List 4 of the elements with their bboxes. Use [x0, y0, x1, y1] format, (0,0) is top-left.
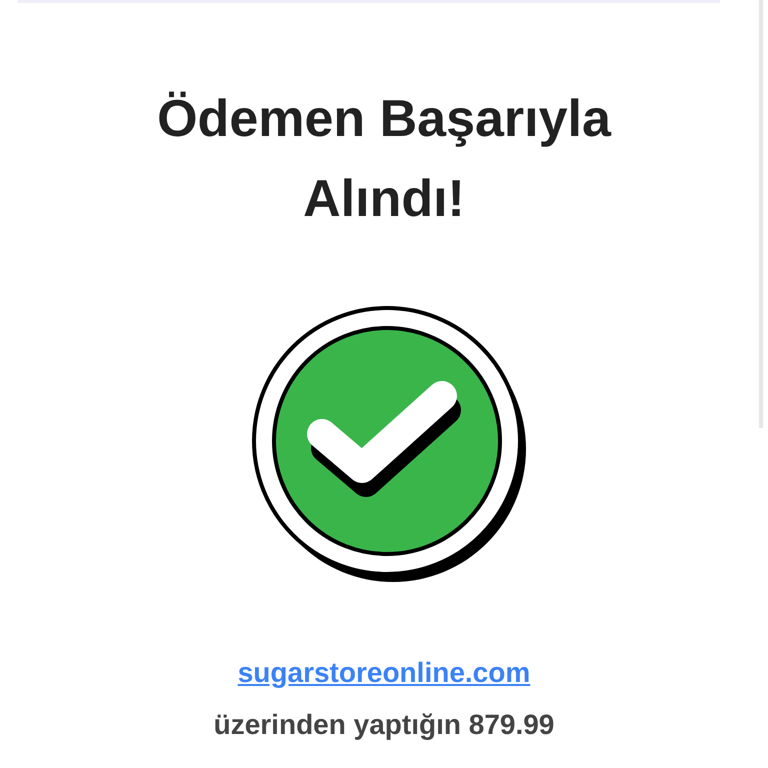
check-icon — [252, 304, 526, 584]
store-link[interactable]: sugarstoreonline.com — [238, 654, 530, 692]
page-title: Ödemen Başarıyla Alındı! — [156, 89, 612, 230]
payment-message: üzerinden yaptığın 879.99 — [214, 708, 554, 742]
